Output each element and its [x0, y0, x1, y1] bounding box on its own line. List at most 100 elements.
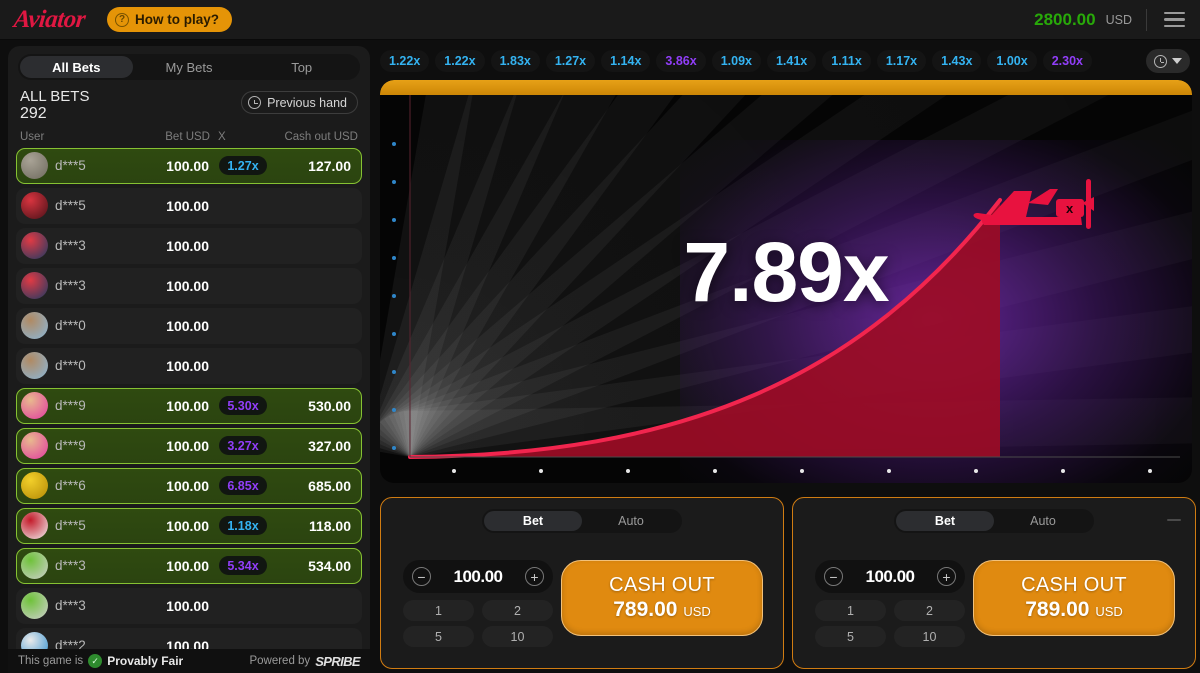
history-multiplier-10[interactable]: 1.43x: [932, 50, 982, 72]
all-bets-label: ALL BETS: [20, 88, 90, 105]
quick-amount-5-right[interactable]: 5: [815, 626, 886, 647]
mode-bet-right[interactable]: Bet: [896, 511, 994, 531]
history-multiplier-12[interactable]: 2.30x: [1042, 50, 1092, 72]
history-multiplier-8[interactable]: 1.11x: [822, 50, 871, 72]
history-multiplier-9[interactable]: 1.17x: [876, 50, 927, 72]
table-row[interactable]: d***5 100.00: [16, 187, 362, 224]
bet-cashout-amount: 534.00: [308, 557, 351, 574]
stake-value-right[interactable]: 100.00: [866, 567, 916, 587]
history-multiplier-4[interactable]: 1.14x: [601, 50, 651, 72]
collapse-panel-icon[interactable]: [1167, 519, 1181, 521]
person-avatar: [21, 352, 48, 380]
bet-cashout-amount: 118.00: [308, 517, 351, 534]
x-axis-dot: [713, 469, 717, 473]
y-axis-dot: [392, 294, 396, 298]
table-row[interactable]: d***0 100.00: [16, 307, 362, 344]
quick-amount-1-left[interactable]: 1: [403, 600, 474, 621]
column-header-multiplier: X: [218, 130, 226, 143]
table-row[interactable]: d***0 100.00: [16, 347, 362, 384]
multiplier-history-strip: 1.22x 1.22x 1.83x 1.27x 1.14x 3.86x 1.09x 1.41x…: [380, 46, 1192, 76]
history-multiplier-6[interactable]: 1.09x: [711, 50, 761, 72]
all-bets-count: 292: [20, 105, 47, 123]
table-row[interactable]: d***5 100.00 1.27x 127.00: [16, 147, 362, 184]
hamburger-menu-icon[interactable]: [1161, 9, 1188, 31]
history-multiplier-1[interactable]: 1.22x: [435, 50, 485, 72]
bet-multiplier-badge: 1.27x: [219, 156, 267, 176]
quick-amount-2-right[interactable]: 2: [894, 600, 965, 621]
history-toggle-button[interactable]: [1146, 49, 1190, 73]
history-multiplier-11[interactable]: 1.00x: [987, 50, 1037, 72]
dice-avatar: [21, 512, 48, 540]
plus-circle-icon[interactable]: +: [525, 567, 544, 586]
provably-fair-footer: This game is ✓ Provably Fair Powered by …: [8, 649, 370, 673]
plus-circle-icon[interactable]: +: [937, 567, 956, 586]
x-axis-dot: [974, 469, 978, 473]
history-multiplier-7[interactable]: 1.41x: [766, 50, 817, 72]
quick-amount-10-right[interactable]: 10: [894, 626, 965, 647]
cash-out-button-right[interactable]: CASH OUT 789.00 USD: [973, 560, 1175, 636]
y-axis-dot: [392, 180, 396, 184]
tab-top[interactable]: Top: [245, 56, 358, 78]
bet-multiplier-cell: 1.27x: [209, 156, 271, 176]
provably-fair-label[interactable]: Provably Fair: [107, 654, 183, 668]
cash-out-currency-right: USD: [1095, 604, 1123, 619]
quick-amounts-right: 1 2 5 10: [815, 600, 965, 647]
table-row[interactable]: d***9 100.00 3.27x 327.00: [16, 427, 362, 464]
mode-auto-right[interactable]: Auto: [994, 511, 1092, 531]
history-multiplier-0[interactable]: 1.22x: [380, 50, 430, 72]
bet-panel-left: Bet Auto − 100.00 + 1 2 5 10 CASH OUT 78…: [380, 497, 784, 669]
bets-list[interactable]: d***5 100.00 1.27x 127.00 d***5 100.00 d***3 10…: [8, 147, 370, 673]
cash-out-currency-left: USD: [683, 604, 711, 619]
tab-my-bets[interactable]: My Bets: [133, 56, 246, 78]
bet-multiplier-cell: 5.30x: [209, 396, 271, 416]
bet-user-name: d***0: [55, 318, 86, 334]
sunglasses-avatar: [21, 392, 48, 420]
stake-block-right: − 100.00 + 1 2 5 10: [815, 560, 965, 647]
bet-cashout-amount: 127.00: [308, 157, 351, 174]
history-multiplier-3[interactable]: 1.27x: [545, 50, 596, 72]
bet-cashout-amount: 327.00: [308, 437, 351, 454]
bet-multiplier-badge: 3.27x: [219, 436, 267, 456]
how-to-play-button[interactable]: ? How to play?: [107, 7, 233, 32]
previous-hand-button[interactable]: Previous hand: [241, 91, 358, 114]
mode-auto-left[interactable]: Auto: [582, 511, 680, 531]
history-multiplier-5[interactable]: 3.86x: [656, 50, 706, 72]
table-row[interactable]: d***5 100.00 1.18x 118.00: [16, 507, 362, 544]
bet-panel-right: Bet Auto − 100.00 + 1 2 5 10 CASH OUT 78…: [792, 497, 1196, 669]
quick-amount-2-left[interactable]: 2: [482, 600, 553, 621]
quick-amount-5-left[interactable]: 5: [403, 626, 474, 647]
stake-value-left[interactable]: 100.00: [454, 567, 504, 587]
racoon-avatar: [21, 152, 48, 180]
minus-circle-icon[interactable]: −: [824, 567, 843, 586]
table-row[interactable]: d***3 100.00: [16, 587, 362, 624]
stake-stepper-right: − 100.00 +: [815, 560, 965, 593]
red-plane-icon: x: [973, 179, 1094, 229]
balance-area: 2800.00 USD: [1034, 8, 1200, 31]
column-header-cashout: Cash out USD: [284, 130, 358, 143]
bet-amount: 100.00: [166, 557, 209, 574]
helmet-avatar: [21, 272, 48, 300]
minus-circle-icon[interactable]: −: [412, 567, 431, 586]
how-to-play-label: How to play?: [135, 12, 220, 27]
table-row[interactable]: d***6 100.00 6.85x 685.00: [16, 467, 362, 504]
bet-user-name: d***9: [55, 398, 86, 414]
quick-amount-10-left[interactable]: 10: [482, 626, 553, 647]
bet-amount: 100.00: [166, 237, 209, 254]
balance-amount: 2800.00: [1034, 9, 1096, 29]
table-row[interactable]: d***3 100.00 5.34x 534.00: [16, 547, 362, 584]
powered-by-label: Powered by: [249, 655, 311, 667]
cash-out-button-left[interactable]: CASH OUT 789.00 USD: [561, 560, 763, 636]
bet-amount: 100.00: [166, 437, 209, 454]
column-header-user: User: [20, 130, 45, 143]
tab-all-bets[interactable]: All Bets: [20, 56, 133, 78]
mode-bet-left[interactable]: Bet: [484, 511, 582, 531]
table-row[interactable]: d***3 100.00: [16, 267, 362, 304]
quick-amount-1-right[interactable]: 1: [815, 600, 886, 621]
all-bets-header: ALL BETS 292 Previous hand: [8, 80, 370, 128]
table-row[interactable]: d***3 100.00: [16, 227, 362, 264]
x-axis-dot: [626, 469, 630, 473]
bet-multiplier-badge: 6.85x: [219, 476, 267, 496]
table-row[interactable]: d***9 100.00 5.30x 530.00: [16, 387, 362, 424]
history-multiplier-2[interactable]: 1.83x: [490, 50, 540, 72]
gold-avatar: [21, 472, 48, 500]
